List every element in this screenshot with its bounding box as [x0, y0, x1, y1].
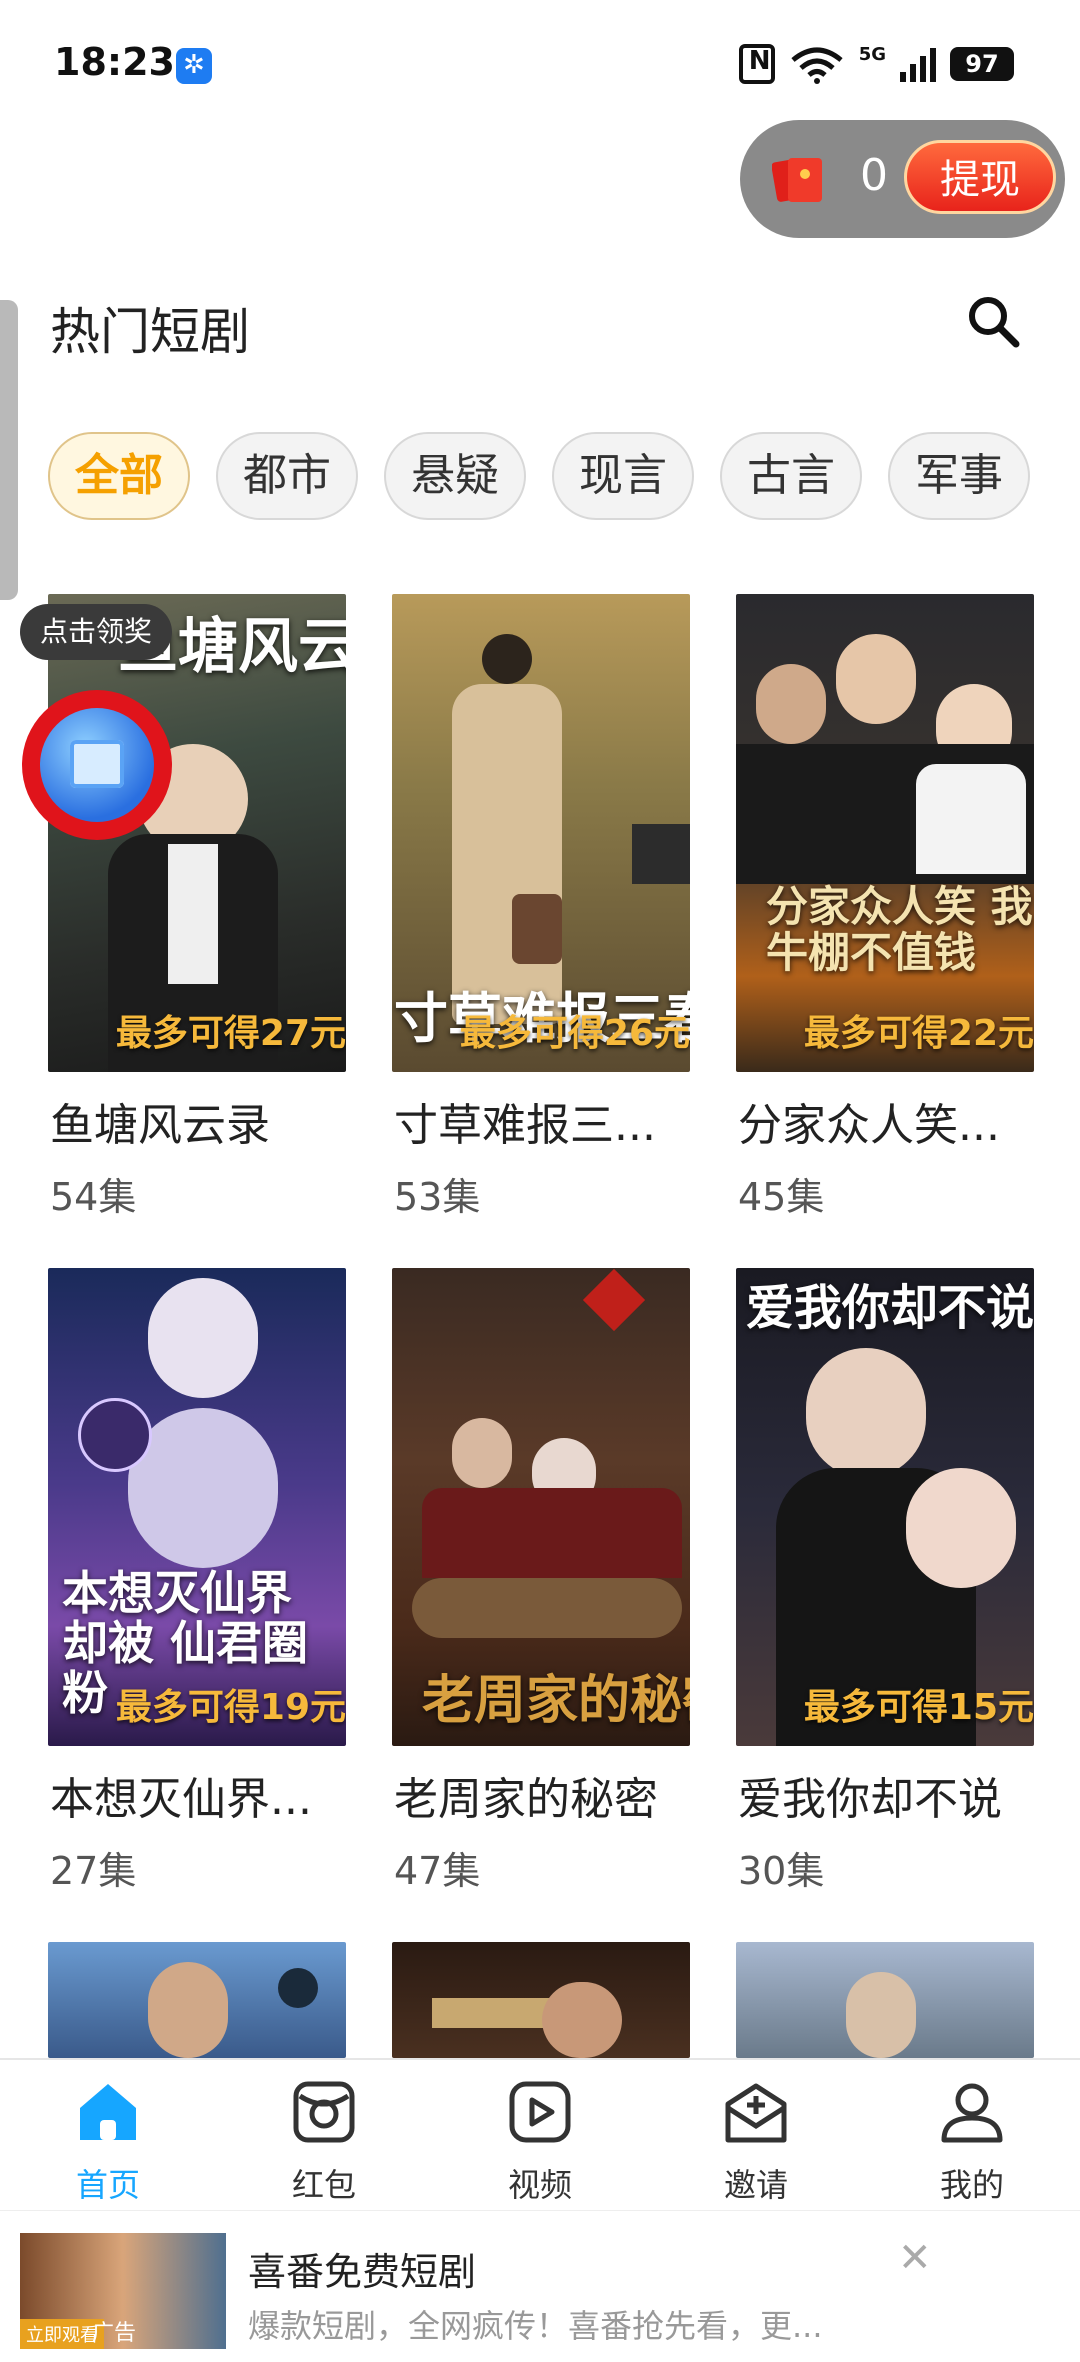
withdraw-button[interactable]: 提现: [904, 140, 1056, 214]
red-envelope-icon: [772, 158, 822, 202]
drama-poster: [48, 1942, 346, 2058]
wifi-icon: [791, 47, 843, 84]
video-icon: [509, 2081, 571, 2143]
nav-label: 红包: [291, 2166, 356, 2204]
claim-reward-badge[interactable]: 点击领奖: [20, 604, 172, 660]
tab-all[interactable]: 全部: [48, 432, 190, 520]
reward-label: 最多可得19元: [115, 1687, 346, 1728]
notification-app-icon: [176, 48, 212, 84]
drama-title: 爱我你却不说: [738, 1774, 1002, 1825]
reward-count: 0: [860, 150, 888, 201]
drama-poster: 寸草难报三春 最多可得26元: [392, 594, 690, 1072]
tab-ancient-romance[interactable]: 古言: [720, 432, 862, 520]
nav-profile[interactable]: 我的: [864, 2060, 1080, 2208]
nav-label: 我的: [939, 2166, 1004, 2204]
network-type: 5G: [858, 43, 886, 65]
reward-label: 最多可得15元: [803, 1687, 1034, 1728]
tab-modern-romance[interactable]: 现言: [552, 432, 694, 520]
episode-count: 45集: [738, 1175, 825, 1219]
nav-invite[interactable]: 邀请: [648, 2060, 864, 2208]
page-title: 热门短剧: [50, 303, 250, 361]
drama-poster: [392, 1942, 690, 2058]
drama-poster: [736, 1942, 1034, 2058]
episode-count: 30集: [738, 1849, 825, 1893]
status-time: 18:23: [54, 40, 175, 84]
ad-title: 喜番免费短剧: [248, 2250, 477, 2294]
status-icons: 5G 97: [738, 42, 1014, 86]
tab-military[interactable]: 军事: [888, 432, 1030, 520]
reward-label: 最多可得26元: [459, 1013, 690, 1054]
poster-art-title: 老周家的秘密: [422, 1670, 690, 1731]
episode-count: 47集: [394, 1849, 481, 1893]
close-icon[interactable]: ✕: [898, 2235, 932, 2281]
side-drawer-handle[interactable]: [0, 300, 18, 600]
drama-title: 本想灭仙界...: [50, 1774, 312, 1825]
drama-poster: 老周家的秘密: [392, 1268, 690, 1746]
nav-red-packet[interactable]: 红包: [216, 2060, 432, 2208]
ad-tag: 广告: [92, 2321, 137, 2346]
ad-banner[interactable]: 立即观看 广告 喜番免费短剧 爆款短剧，全网疯传！喜番抢先看，更... ✕: [0, 2210, 1080, 2362]
drama-poster: 本想灭仙界 却被 仙君圈粉 最多可得19元: [48, 1268, 346, 1746]
reward-pill[interactable]: 0 提现: [740, 120, 1065, 238]
tab-suspense[interactable]: 悬疑: [384, 432, 526, 520]
ad-thumbnail: 立即观看 广告: [20, 2233, 226, 2349]
episode-count: 27集: [50, 1849, 137, 1893]
nfc-icon: [738, 44, 775, 84]
tab-urban[interactable]: 都市: [216, 432, 358, 520]
gift-box-icon: [40, 708, 154, 822]
poster-art-title: 爱我你却不说: [746, 1280, 1034, 1336]
battery-indicator: 97: [950, 47, 1014, 81]
nav-video[interactable]: 视频: [432, 2060, 648, 2208]
episode-count: 53集: [394, 1175, 481, 1219]
bottom-nav: 首页 红包 视频 邀请 我的: [0, 2058, 1080, 2208]
drama-title: 分家众人笑...: [738, 1100, 1000, 1151]
status-bar: 18:23 5G 97: [0, 0, 1080, 130]
drama-poster: 分家众人笑 我牛棚不值钱 最多可得22元: [736, 594, 1034, 1072]
drama-title: 鱼塘风云录: [50, 1100, 270, 1151]
poster-art-title: 分家众人笑 我牛棚不值钱: [766, 882, 1033, 977]
reward-label: 最多可得27元: [115, 1013, 346, 1054]
category-tabs: 全部 都市 悬疑 现言 古言 军事: [48, 432, 1030, 520]
nav-home[interactable]: 首页: [0, 2060, 216, 2208]
invite-icon: [725, 2083, 787, 2143]
profile-icon: [941, 2083, 1003, 2143]
red-packet-icon: [293, 2081, 355, 2143]
nav-label: 邀请: [723, 2166, 788, 2204]
nav-label: 视频: [507, 2166, 572, 2204]
drama-poster: 爱我你却不说 最多可得15元: [736, 1268, 1034, 1746]
gift-box-button[interactable]: [22, 690, 172, 840]
ad-description: 爆款短剧，全网疯传！喜番抢先看，更...: [248, 2307, 823, 2345]
nav-label: 首页: [75, 2166, 140, 2204]
signal-icon: [900, 46, 936, 82]
search-icon[interactable]: [962, 290, 1026, 354]
drama-title: 寸草难报三...: [394, 1100, 656, 1151]
reward-label: 最多可得22元: [803, 1013, 1034, 1054]
home-icon: [80, 2084, 136, 2140]
episode-count: 54集: [50, 1175, 137, 1219]
drama-title: 老周家的秘密: [394, 1774, 658, 1825]
